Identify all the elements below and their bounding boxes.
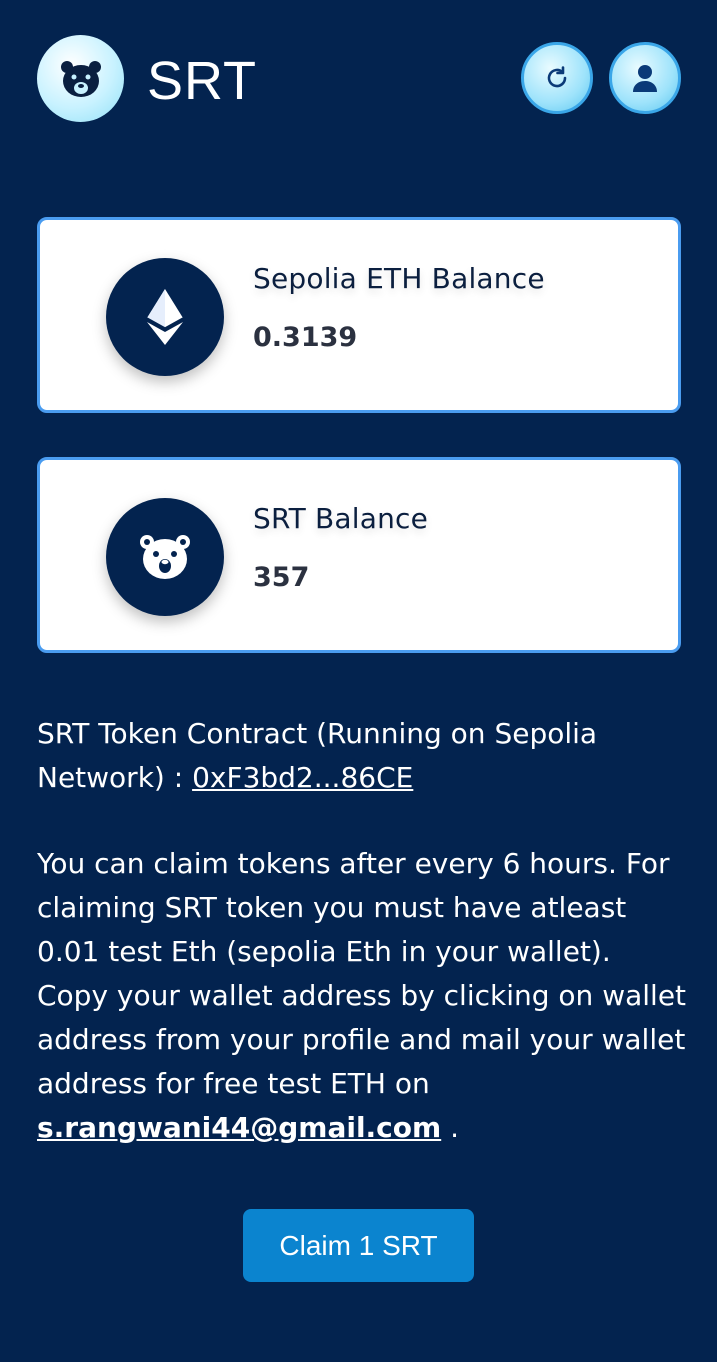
bear-icon: [60, 60, 101, 97]
refresh-icon: [547, 66, 567, 88]
srt-balance-label: SRT Balance: [253, 502, 429, 535]
refresh-button[interactable]: [521, 42, 593, 114]
srt-balance-card: SRT Balance 357: [37, 457, 681, 653]
ethereum-icon: [146, 289, 184, 345]
eth-balance-card: Sepolia ETH Balance 0.3139: [37, 217, 681, 413]
app-title: SRT: [147, 51, 258, 111]
claim-instructions: You can claim tokens after every 6 hours…: [37, 842, 687, 1150]
contract-address-link[interactable]: 0xF3bd2...86CE: [192, 761, 413, 794]
srt-balance-value: 357: [253, 562, 310, 593]
eth-balance-label: Sepolia ETH Balance: [253, 262, 545, 295]
app-header: SRT: [0, 0, 717, 160]
claim-button[interactable]: Claim 1 SRT: [243, 1209, 474, 1282]
eth-icon-badge: [106, 258, 224, 376]
user-icon: [633, 65, 657, 92]
email-link[interactable]: s.rangwani44@gmail.com: [37, 1111, 441, 1144]
instructions-text: You can claim tokens after every 6 hours…: [37, 847, 687, 1100]
bear-icon: [140, 535, 190, 579]
app-logo: [37, 35, 124, 122]
instructions-suffix: .: [441, 1111, 460, 1144]
profile-button[interactable]: [609, 42, 681, 114]
eth-balance-value: 0.3139: [253, 322, 358, 353]
contract-info: SRT Token Contract (Running on Sepolia N…: [37, 712, 677, 800]
srt-icon-badge: [106, 498, 224, 616]
